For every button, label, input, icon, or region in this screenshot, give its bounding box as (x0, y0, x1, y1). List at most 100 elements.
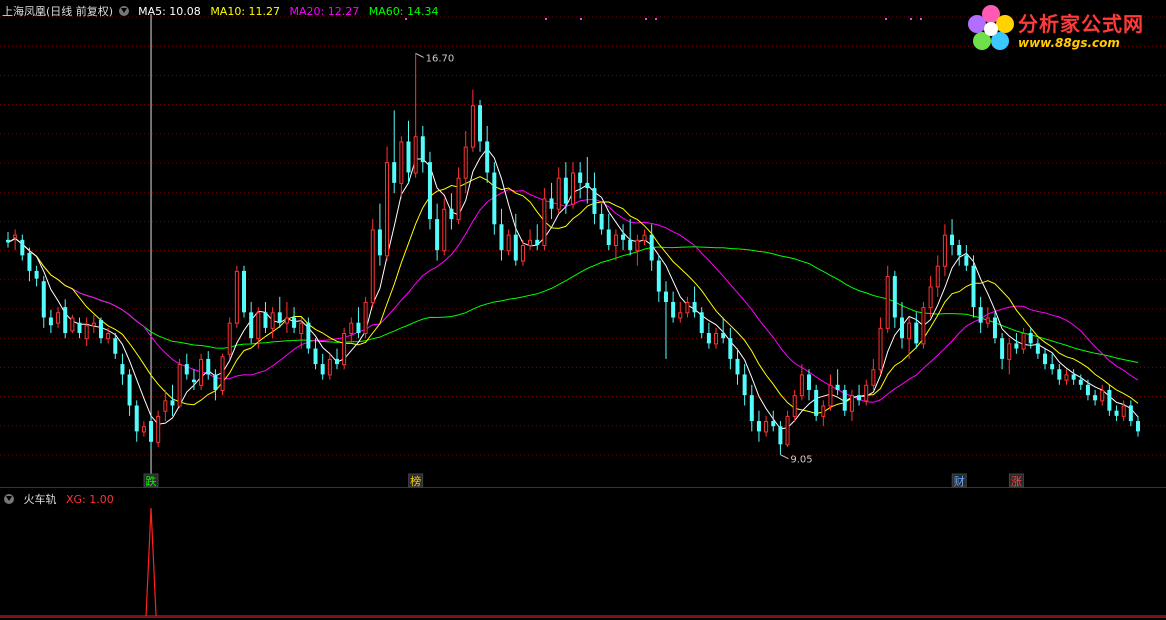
candle (134, 400, 139, 442)
candle-body (807, 374, 812, 390)
candle-body (127, 374, 132, 406)
candle-body (206, 358, 211, 375)
candlestick-chart[interactable]: 16.70 9.05 跌 榜 财 涨 (0, 0, 1166, 620)
xg-signal-spike (145, 507, 157, 617)
candle-body (1028, 333, 1033, 344)
candle-body (13, 234, 18, 239)
candle (249, 301, 254, 344)
candle-body (635, 239, 640, 252)
candle (892, 270, 897, 328)
flower-logo-icon (968, 5, 1014, 50)
candle (27, 247, 32, 282)
candle-body (814, 389, 819, 416)
high-arrow (415, 52, 424, 58)
candle (84, 317, 89, 346)
candle-body (764, 421, 769, 433)
candle-body (20, 239, 25, 256)
candle-body (56, 312, 61, 324)
candle (842, 384, 847, 416)
candle-body (427, 162, 432, 220)
candle-body (506, 234, 511, 252)
candle-body (656, 260, 661, 292)
candle-body (270, 312, 275, 329)
candle-body (1000, 338, 1005, 359)
candle-body (778, 426, 783, 445)
candle (935, 255, 940, 297)
candle (1035, 338, 1040, 359)
candle (613, 229, 618, 261)
candle-body (914, 322, 919, 344)
candle (170, 384, 175, 416)
candle (242, 265, 247, 318)
candle (649, 224, 654, 271)
candle (184, 353, 189, 380)
candle (1000, 333, 1005, 370)
candle (549, 182, 554, 220)
candle-body (578, 172, 583, 183)
marker-label: 跌 (146, 474, 157, 488)
candle-body (1021, 333, 1026, 350)
candle-body (191, 379, 196, 383)
ma5-label: MA5: 10.08 (138, 5, 201, 18)
candle-body (263, 312, 268, 328)
candle-body (985, 317, 990, 324)
candle (485, 125, 490, 183)
candle-body (177, 364, 182, 407)
signal-dot (920, 18, 922, 20)
candle-body (327, 358, 332, 376)
candle-body (1007, 343, 1012, 360)
candle (227, 317, 232, 359)
candle (213, 369, 218, 401)
candle (456, 167, 461, 225)
logo-url: www.88gs.com (1018, 36, 1120, 50)
candle-body (499, 224, 504, 251)
candle (48, 309, 53, 334)
logo-title: 分析家公式网 (1018, 12, 1144, 36)
candle (1043, 348, 1048, 370)
candle-body (392, 162, 397, 183)
candle-body (249, 312, 254, 339)
candle (1107, 384, 1112, 416)
candle (699, 307, 704, 339)
dropdown-icon[interactable] (118, 6, 129, 16)
candle-body (878, 327, 883, 371)
candle (1093, 389, 1098, 406)
candle (177, 358, 182, 409)
candle (270, 307, 275, 339)
candle (234, 265, 239, 328)
candle (556, 167, 561, 214)
candle-body (678, 312, 683, 319)
candle (642, 229, 647, 245)
candle (406, 120, 411, 183)
candle (835, 369, 840, 396)
candle (98, 317, 103, 344)
candle-body (292, 317, 297, 328)
candle (885, 265, 890, 334)
candle (442, 198, 447, 256)
candle-body (1035, 343, 1040, 354)
candle (478, 100, 483, 152)
candle (685, 296, 690, 318)
candle-body (513, 234, 518, 261)
candle (942, 224, 947, 277)
candle-body (971, 265, 976, 308)
candle-body (120, 364, 125, 375)
candle-body (1093, 395, 1098, 401)
candle-body (1128, 405, 1133, 422)
indicator-dropdown-icon[interactable] (4, 494, 14, 504)
candle-body (907, 322, 912, 340)
candle (671, 291, 676, 323)
candle-body (84, 325, 89, 340)
candle (792, 389, 797, 422)
candle-body (899, 317, 904, 339)
ma10-label: MA10: 11.27 (210, 5, 281, 18)
candle-body (628, 239, 633, 251)
candle-body (771, 421, 776, 427)
candle-body (220, 356, 225, 391)
candle (857, 384, 862, 406)
grid-lines (0, 16, 1166, 456)
site-logo: 分析家公式网 www.88gs.com (966, 2, 1162, 56)
candle (728, 327, 733, 370)
candle-body (449, 208, 454, 220)
candle (585, 156, 590, 204)
